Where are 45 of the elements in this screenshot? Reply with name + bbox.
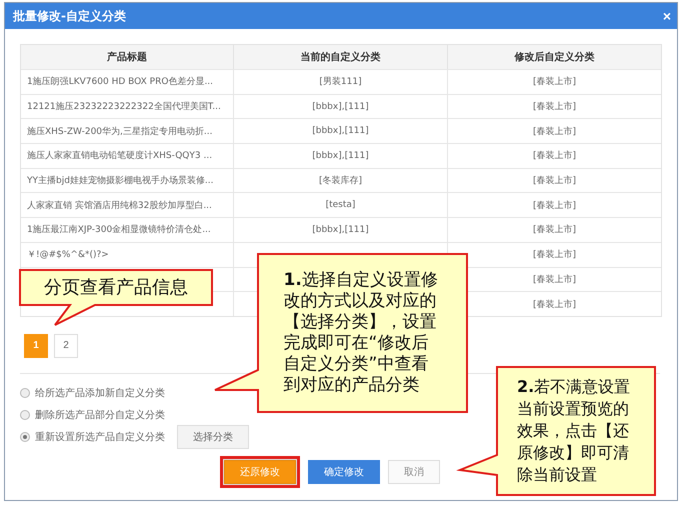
table-cell: [bbbx],[111]	[312, 126, 369, 136]
table-cell: [bbbx],[111]	[312, 102, 369, 112]
column-header: 当前的自定义分类	[233, 45, 447, 69]
option-label: 给所选产品添加新自定义分类	[35, 386, 165, 400]
table-cell-text: [冬装库存]	[318, 174, 362, 188]
column-header: 产品标题	[106, 50, 148, 65]
window-title: 批量修改-自定义分类	[13, 8, 126, 24]
choose-category-button[interactable]: 选择分类	[177, 424, 249, 449]
callout-text: 2.若不满意设置当前设置预览的效果，点击【还原修改】即可清除当前设置	[517, 376, 632, 486]
table-cell-text: ￥!@#$%^&*()?>	[27, 249, 109, 262]
table-cell: [bbbx],[111]	[312, 150, 369, 161]
table-cell-text: [春装上市]	[532, 200, 576, 212]
table-cell-text: [春装上市]	[532, 298, 576, 311]
table-cell: [bbbx],[111]	[312, 224, 369, 235]
table-cell-text: [春装上市]	[532, 274, 576, 286]
table-cell-text: [春装上市]	[532, 76, 576, 88]
table-cell-text: 1施压朗强LKV7600 HD BOX PRO色差分显...	[27, 76, 214, 88]
callout-text: 1.选择自定义设置修改的方式以及对应的【选择分类】，设置完成即可在“修改后自定义分类”中查看到对应的产品分类	[284, 270, 439, 396]
table-cell-text: [春装上市]	[532, 174, 576, 188]
action-button[interactable]: 确定修改	[308, 460, 380, 484]
table-cell-text: [春装上市]	[532, 224, 576, 236]
radio-button[interactable]	[20, 432, 30, 442]
table-cell-text: 施压人家家直销电动铅笔硬度计XHS-QQY3 ...	[27, 150, 212, 162]
table-cell-text: YY主播bjd娃娃宠物摄影棚电视手办场景装修...	[27, 174, 214, 188]
table-cell-text: [男装111]	[319, 76, 362, 88]
close-button[interactable]: ×	[662, 8, 671, 24]
radio-button[interactable]	[20, 410, 30, 420]
column-header: 修改后自定义分类	[447, 45, 661, 69]
option-label: 删除所选产品部分自定义分类	[35, 408, 165, 422]
action-button[interactable]: 还原修改	[224, 460, 296, 484]
callout-text: 分页查看产品信息	[44, 276, 188, 300]
table-cell-text: [春装上市]	[532, 100, 576, 114]
table-cell-text: 12121施压23232223222322全国代理美国T...	[27, 100, 221, 114]
table-cell-text: 人家家直销 宾馆酒店用纯棉32股纱加厚型白...	[27, 200, 212, 212]
table-cell-text: [春装上市]	[532, 150, 576, 162]
option-label: 重新设置所选产品自定义分类	[35, 430, 165, 444]
table-cell-text: 施压XHS-ZW-200华为,三星指定专用电动折...	[27, 126, 212, 138]
page-button[interactable]: 1	[24, 334, 48, 358]
table-cell-text: 1施压最江南XJP-300金相显微镜特价清仓处...	[27, 224, 211, 236]
table-cell-text: [春装上市]	[532, 126, 576, 138]
radio-button[interactable]	[20, 388, 30, 398]
table-cell: [testa]	[326, 200, 356, 210]
table-cell-text: [春装上市]	[532, 248, 576, 262]
page-button[interactable]: 2	[54, 334, 78, 358]
action-button[interactable]: 取消	[388, 460, 440, 484]
